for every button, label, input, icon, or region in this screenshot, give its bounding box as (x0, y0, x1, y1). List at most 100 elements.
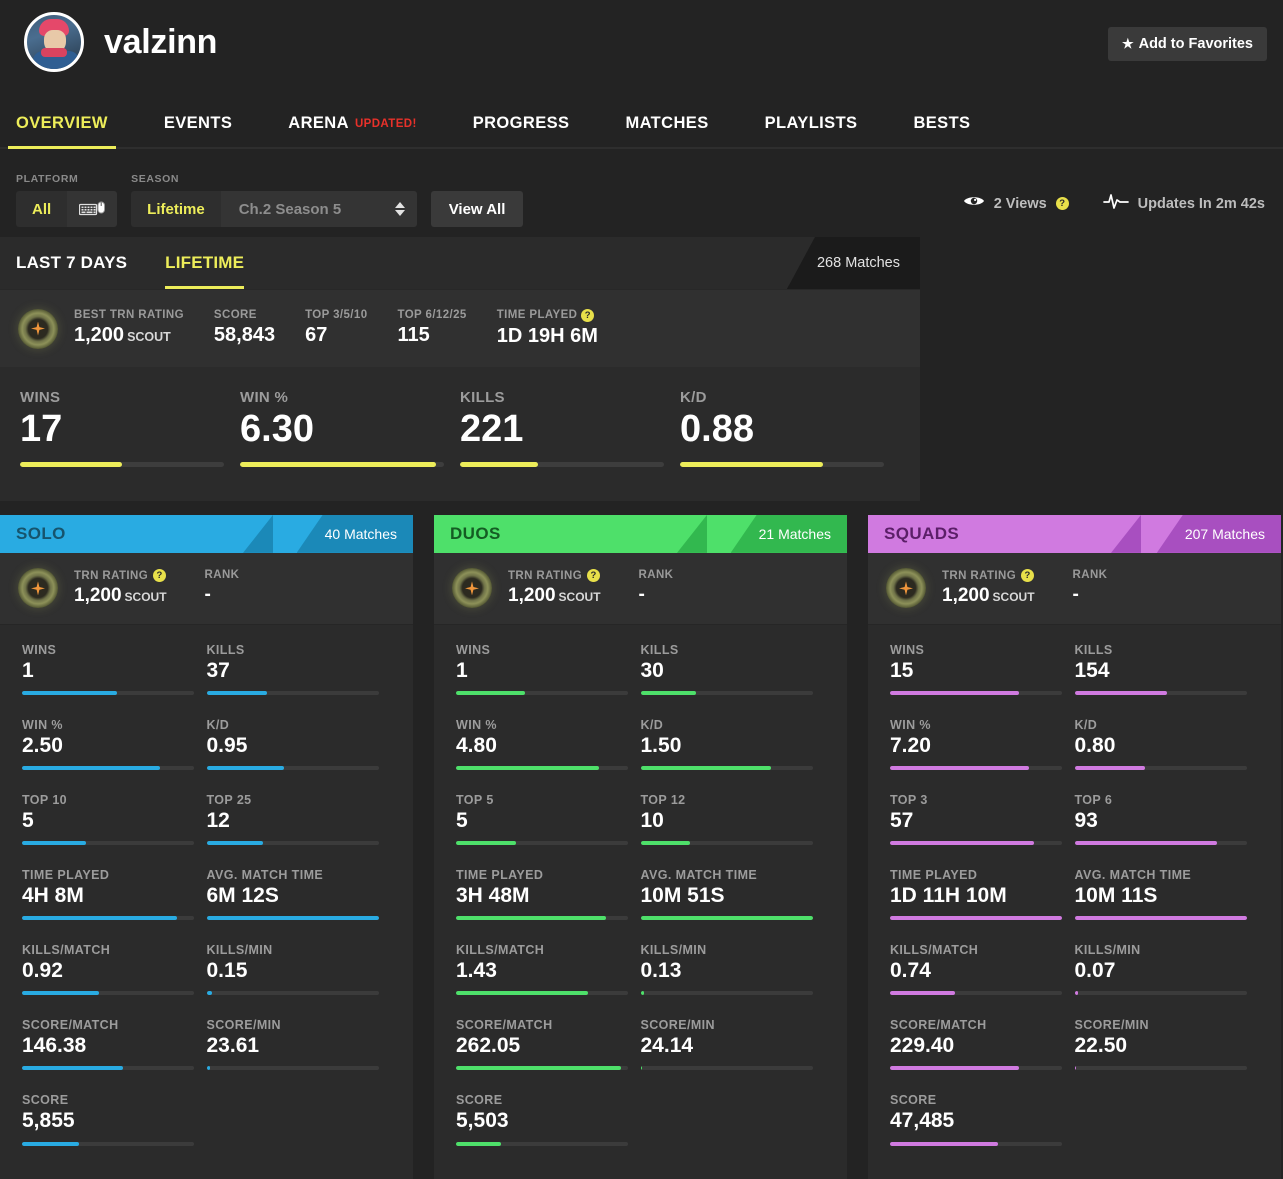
mode-stat-value: 262.05 (456, 1034, 521, 1058)
lifetime-trn-item: TOP 3/5/10 67 (305, 309, 367, 347)
platform-all-button[interactable]: All (16, 191, 68, 227)
mode-stat-value: 0.95 (206, 733, 248, 757)
lifetime-trn-key: BEST TRN RATING (74, 309, 184, 321)
add-to-favorites-button[interactable]: ★ Add to Favorites (1107, 27, 1267, 61)
mode-trn-rank-value: - (1072, 584, 1079, 606)
mode-stat-cell: WIN % 4.80 (456, 718, 641, 771)
season-select[interactable]: Ch.2 Season 5 (220, 191, 417, 227)
mode-stat-value: 2.50 (22, 733, 63, 757)
help-icon[interactable]: ? (153, 569, 167, 583)
updates-text: Updates In 2m 42s (1137, 195, 1265, 212)
mode-stat-bar (890, 1141, 1062, 1146)
mode-trn-rank-value: - (204, 584, 211, 606)
mode-stat-cell: SCORE 5,855 (22, 1093, 207, 1146)
views-info: 2 Views ? (963, 194, 1069, 213)
season-lifetime-button[interactable]: Lifetime (131, 191, 221, 227)
lifetime-matches-badge: 268 Matches (786, 237, 920, 289)
nav-tab-events[interactable]: EVENTS (164, 114, 232, 147)
trn-rating-badge (886, 568, 926, 609)
mode-stat-value: 1.50 (640, 733, 682, 757)
mode-stat-cell: WINS 1 (22, 643, 207, 695)
mode-stat-key: KILLS/MATCH (456, 943, 545, 958)
mode-stat-value: 1 (22, 658, 34, 682)
mode-stat-key: KILLS/MATCH (22, 943, 111, 958)
mode-stat-key: TIME PLAYED (22, 868, 110, 883)
help-icon[interactable]: ? (581, 309, 595, 323)
summary-stat-bar (680, 461, 884, 467)
mode-trn-rank-key: RANK (639, 569, 674, 581)
nav-tab-playlists[interactable]: PLAYLISTS (765, 114, 858, 147)
nav-tab-label: BESTS (913, 114, 971, 132)
mode-stat-cell: SCORE 5,503 (456, 1093, 641, 1146)
lifetime-tab-lifetime[interactable]: LIFETIME (165, 253, 245, 289)
summary-stat-cell: WIN % 6.30 (240, 389, 460, 467)
mode-stat-bar (206, 766, 379, 771)
summary-stat-key: K/D (680, 389, 707, 406)
mode-stat-value: 10M 11S (1074, 884, 1158, 908)
mode-stat-cell: SCORE/MATCH 229.40 (890, 1018, 1075, 1071)
mode-trn-strip: TRN RATING? 1,200 SCOUT RANK - (434, 552, 847, 625)
mode-trn-fields: TRN RATING? 1,200 SCOUT RANK - (74, 569, 277, 607)
mode-trn-rating-number: 1,200 (508, 585, 556, 607)
lifetime-tab-last-7-days[interactable]: LAST 7 DAYS (16, 253, 127, 273)
mode-stat-cell: K/D 0.95 (206, 718, 392, 771)
mode-trn-rank: RANK - (205, 569, 240, 607)
nav-tab-bests[interactable]: BESTS (913, 114, 970, 147)
pulse-icon (1102, 192, 1129, 215)
mode-trn-strip: TRN RATING? 1,200 SCOUT RANK - (0, 552, 413, 625)
mode-trn-rank-key: RANK (205, 569, 240, 581)
views-help-icon[interactable]: ? (1055, 197, 1069, 210)
lifetime-tabbar: LAST 7 DAYS LIFETIME 268 Matches (0, 237, 920, 289)
lifetime-trn-value-text: 67 (305, 323, 328, 346)
lifetime-trn-key-text: BEST TRN RATING (74, 308, 184, 321)
nav-tab-arena[interactable]: ARENA UPDATED! (288, 114, 416, 147)
mode-card-matches: 40 Matches (296, 514, 413, 553)
mode-card-duos: DUOS 21 Matches TRN RATING? 1,200 SCOUT RANK -… (434, 514, 847, 1179)
mode-stat-bar (206, 1066, 379, 1071)
lifetime-trn-key-text: TIME PLAYED (496, 308, 578, 321)
lifetime-trn-value: 58,843 (214, 324, 275, 347)
mode-trn-rating: TRN RATING? 1,200 SCOUT (942, 569, 1035, 607)
mode-stat-key: KILLS/MATCH (890, 943, 979, 958)
mode-stat-key: KILLS/MIN (1074, 943, 1141, 958)
mode-card-title: DUOS (450, 523, 501, 543)
mode-trn-rating: TRN RATING? 1,200 SCOUT (74, 569, 167, 607)
mode-trn-rank-key: RANK (1073, 569, 1108, 581)
mode-stat-value: 24.14 (640, 1034, 694, 1058)
mode-stat-value: 146.38 (22, 1034, 87, 1058)
mode-stat-bar (456, 1066, 628, 1071)
help-icon[interactable]: ? (1021, 569, 1035, 583)
lifetime-summary-stats: WINS 17 WIN % 6.30 KILLS 221 K/D 0.88 (0, 367, 920, 501)
mode-stat-bar (456, 1141, 628, 1146)
platform-segmented-control: All (16, 191, 118, 227)
mode-trn-rank-label: RANK (638, 569, 674, 582)
mode-stat-cell: WINS 15 (890, 643, 1075, 695)
mode-trn-rating-value: 1,200 SCOUT (508, 585, 601, 607)
mode-stat-bar (22, 1066, 194, 1071)
summary-stat-bar (460, 461, 664, 467)
mode-trn-rank-label: RANK (204, 569, 240, 582)
mode-stat-bar (640, 991, 813, 996)
lifetime-trn-key-text: SCORE (213, 308, 257, 321)
mode-trn-rating-value: 1,200 SCOUT (942, 585, 1035, 607)
nav-tab-progress[interactable]: PROGRESS (473, 114, 570, 147)
platform-filter-group: PLATFORM All (16, 173, 118, 227)
star-badge-icon (465, 581, 479, 596)
nav-tab-label: MATCHES (625, 114, 709, 132)
platform-kbm-button[interactable] (67, 191, 118, 227)
mode-stat-bar (22, 916, 194, 921)
mode-stat-bar (456, 841, 628, 846)
mode-stat-cell: TIME PLAYED 4H 8M (22, 868, 207, 921)
mode-stat-cell: KILLS/MATCH 0.92 (22, 943, 207, 996)
nav-tab-matches[interactable]: MATCHES (625, 114, 708, 147)
help-icon[interactable]: ? (587, 569, 601, 583)
keyboard-mouse-icon (79, 201, 106, 217)
mode-stat-value: 229.40 (890, 1034, 955, 1058)
view-all-button[interactable]: View All (430, 191, 524, 227)
mode-stat-bar (640, 916, 813, 921)
nav-tab-overview[interactable]: OVERVIEW (8, 114, 116, 149)
mode-card-solo: SOLO 40 Matches TRN RATING? 1,200 SCOUT RANK -… (0, 514, 413, 1179)
mode-stat-value: 23.61 (206, 1034, 260, 1058)
mode-header-notch (243, 514, 273, 553)
mode-stat-value: 12 (206, 809, 230, 833)
